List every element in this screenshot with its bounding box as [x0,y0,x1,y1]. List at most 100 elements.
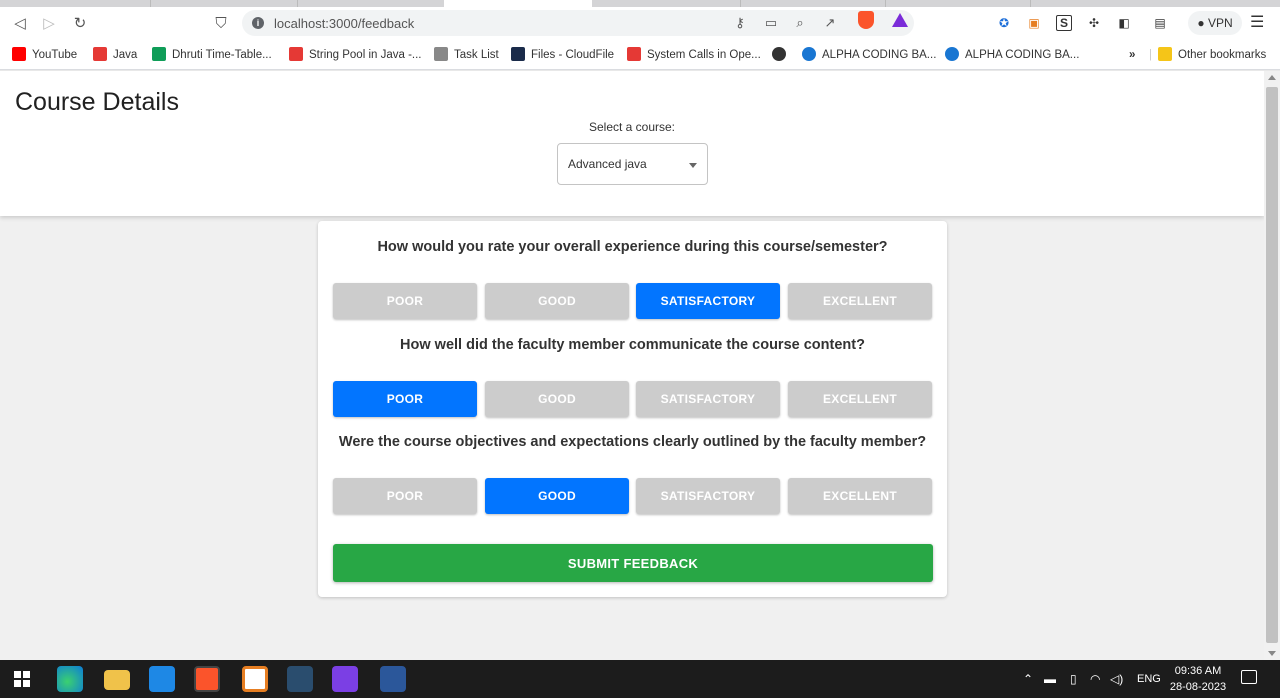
extension-icon[interactable]: ▣ [1026,15,1042,31]
mysql-workbench-icon[interactable] [287,666,313,692]
wifi-icon[interactable]: ◠ [1090,671,1100,687]
scroll-up-icon[interactable] [1268,75,1276,80]
bookmark-label: System Calls in Ope... [647,49,761,61]
rating-option-satisfactory-button[interactable]: SATISFACTORY [636,381,780,417]
chevron-up-icon[interactable]: ⌃ [1023,671,1033,687]
bookmark-item[interactable]: ALPHA CODING BA... [802,46,936,64]
edge-icon[interactable] [57,666,83,692]
extension-icon[interactable]: S [1056,15,1072,31]
forward-icon[interactable]: ▷ [40,15,58,33]
active-tab[interactable] [444,0,592,7]
extension-icon[interactable]: ✪ [996,15,1012,31]
bookmark-item[interactable]: System Calls in Ope... [627,46,761,64]
zoom-icon[interactable]: ⌕ [792,15,808,31]
page-viewport: Course Details Select a course: Advanced… [0,71,1264,660]
bookmark-icon[interactable]: ⛉ [212,15,230,33]
rating-option-excellent-button[interactable]: EXCELLENT [788,283,932,319]
brave-rewards-icon[interactable] [892,13,908,27]
vpn-button[interactable]: ● VPN [1188,11,1242,35]
intellij-icon[interactable] [332,666,358,692]
scrollbar-thumb[interactable] [1266,87,1278,643]
brave-v-icon [93,47,107,61]
battery-icon[interactable]: ▬ [1044,671,1056,687]
word-icon[interactable] [380,666,406,692]
bookmark-label: Task List [454,49,499,61]
reload-icon[interactable]: ↻ [71,15,89,33]
device-icon[interactable]: ▯ [1070,671,1077,687]
tab-separator [1030,0,1031,7]
other-bookmarks[interactable]: Other bookmarks [1158,46,1266,64]
bookmarks-divider: | [1149,49,1152,61]
bookmark-label: ALPHA CODING BA... [965,49,1080,61]
youtube-icon [12,47,26,61]
bookmark-label: ALPHA CODING BA... [822,49,937,61]
page-title: Course Details [15,88,179,116]
share-icon[interactable]: ↗ [822,15,838,31]
page-scrollbar[interactable] [1264,71,1280,660]
bookmark-label: YouTube [32,49,78,61]
rating-option-good-button[interactable]: GOOD [485,381,629,417]
key-icon[interactable]: ⚷ [732,15,748,31]
question-text: Were the course objectives and expectati… [338,434,927,450]
site-info-icon[interactable]: i [252,17,264,29]
bookmark-item[interactable]: Java [93,46,137,64]
course-select-value: Advanced java [568,157,647,171]
back-icon[interactable]: ◁ [11,15,29,33]
clock-time: 09:36 AM [1174,665,1222,677]
system-clock[interactable]: 09:36 AM 28-08-2023 [1162,663,1234,695]
cast-icon[interactable]: ▭ [763,15,779,31]
brave-v-icon [289,47,303,61]
bookmark-item[interactable]: Task List [434,46,499,64]
notification-icon[interactable] [1241,670,1257,684]
url-text[interactable]: localhost:3000/feedback [274,16,414,31]
brave-shields-icon[interactable] [858,11,874,29]
bookmark-item[interactable]: ALPHA CODING BA... [945,46,1079,64]
bookmark-item[interactable]: String Pool in Java -... [289,46,422,64]
rating-option-satisfactory-button[interactable]: SATISFACTORY [636,478,780,514]
tab-separator [150,0,151,7]
rating-option-satisfactory-button[interactable]: SATISFACTORY [636,283,780,319]
bookmarks-bar: » | Other bookmarks YouTube Java Dhruti Ti… [0,40,1280,70]
windows-start-icon[interactable] [14,671,30,687]
windows-taskbar: ⌃ ▬ ▯ ◠ ◁) ENG 09:36 AM 28-08-2023 [0,660,1280,698]
sidebar-icon[interactable]: ◧ [1116,15,1132,31]
tab-separator [740,0,741,7]
browser-toolbar: ◁ ▷ ↻ ⛉ i localhost:3000/feedback ⚷ ▭ ⌕ … [0,7,1280,40]
rating-option-excellent-button[interactable]: EXCELLENT [788,478,932,514]
volume-icon[interactable]: ◁) [1110,671,1123,687]
other-bookmarks-label: Other bookmarks [1178,49,1267,61]
question-text: How well did the faculty member communic… [400,337,865,353]
rating-option-poor-button[interactable]: POOR [333,478,477,514]
vscode-icon[interactable] [149,666,175,692]
address-bar[interactable]: i localhost:3000/feedback ⚷ ▭ ⌕ ↗ [242,10,914,36]
bookmarks-overflow-button[interactable]: » [1129,46,1135,64]
brave-browser-icon[interactable] [194,666,220,692]
language-indicator[interactable]: ENG [1137,671,1161,687]
menu-icon[interactable]: ☰ [1250,15,1266,31]
dropdown-arrow-icon [689,163,697,168]
scroll-down-icon[interactable] [1268,651,1276,656]
rating-option-good-button[interactable]: GOOD [485,478,629,514]
file-explorer-icon[interactable] [104,670,130,690]
submit-feedback-button[interactable]: SUBMIT FEEDBACK [333,544,933,582]
rating-option-poor-button[interactable]: POOR [333,283,477,319]
bookmark-item[interactable] [772,46,792,64]
bookmark-item[interactable]: Dhruti Time-Table... [152,46,272,64]
question-text: How would you rate your overall experien… [377,239,888,255]
sheets-icon [152,47,166,61]
feedback-card: SUBMIT FEEDBACK How would you rate your … [318,221,947,597]
bookmark-label: Java [113,49,138,61]
globe-icon [772,47,786,61]
rating-option-excellent-button[interactable]: EXCELLENT [788,381,932,417]
rating-option-poor-button[interactable]: POOR [333,381,477,417]
app-icon[interactable] [242,666,268,692]
tab-strip [0,0,1280,7]
bookmark-item[interactable]: YouTube [12,46,77,64]
rating-option-good-button[interactable]: GOOD [485,283,629,319]
wallet-icon[interactable]: ▤ [1152,15,1168,31]
cloud-icon [511,47,525,61]
course-select[interactable]: Advanced java [557,143,708,185]
bookmark-label: String Pool in Java -... [309,49,422,61]
puzzle-icon[interactable]: ✣ [1086,15,1102,31]
bookmark-item[interactable]: Files - CloudFile [511,46,614,64]
